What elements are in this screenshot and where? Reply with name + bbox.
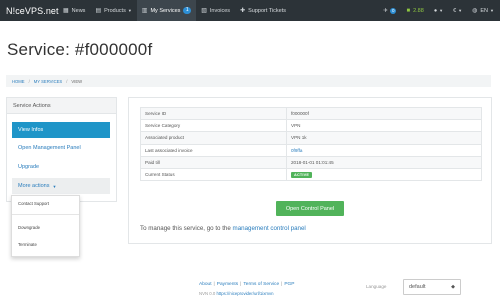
info-label: Last associated invoice bbox=[140, 143, 287, 157]
footer-copyright: NVN 0.0 https://niceprovider/url/1ixmvn bbox=[199, 291, 274, 296]
credits-value: 2.88 bbox=[413, 7, 424, 14]
nav-support[interactable]: ✚ Support Tickets bbox=[235, 0, 291, 21]
invoice-link[interactable]: 0f9ffa bbox=[291, 148, 302, 153]
table-row: Current Status ACTIVE bbox=[140, 167, 482, 182]
sidebar-item-view-infos[interactable]: View Infos bbox=[12, 122, 110, 138]
footer-separator: | bbox=[281, 282, 283, 287]
breadcrumb-my-services[interactable]: MY SERVICES bbox=[34, 79, 62, 84]
services-icon: ▥ bbox=[141, 8, 148, 14]
table-row: Associated product VPN 1k bbox=[140, 131, 482, 145]
footer-separator: | bbox=[240, 282, 242, 287]
info-label: Current Status bbox=[140, 167, 287, 182]
footer-link-about[interactable]: About bbox=[199, 282, 212, 287]
nav-news-label: News bbox=[71, 7, 86, 14]
info-label: Service Category bbox=[140, 119, 287, 133]
info-value: VPN bbox=[286, 119, 482, 133]
footer-link-terms[interactable]: Terms of Service bbox=[243, 282, 279, 287]
service-info-table: Service ID f000000f Service Category VPN… bbox=[140, 106, 482, 182]
chevron-down-icon: ▼ bbox=[439, 8, 444, 13]
footer-links: About | Payments | Terms of Service | PGP bbox=[199, 282, 295, 287]
breadcrumb-current: VIEW bbox=[71, 78, 83, 84]
dropdown-item-terminate[interactable]: Terminate bbox=[18, 242, 37, 247]
table-row: Last associated invoice 0f9ffa bbox=[140, 143, 482, 157]
info-label: Associated product bbox=[140, 131, 287, 145]
service-actions-heading: Service Actions bbox=[7, 98, 116, 114]
sidebar-item-upgrade[interactable]: Upgrade bbox=[12, 159, 110, 175]
info-label: Service ID bbox=[140, 106, 287, 121]
service-actions-panel: Service Actions View Infos Open Manageme… bbox=[6, 97, 117, 202]
language-menu-button[interactable]: ◍ EN ▼ bbox=[472, 7, 494, 15]
chevron-down-icon: ◆ bbox=[451, 284, 455, 290]
sidebar-item-more-actions[interactable]: More actions ▼ bbox=[12, 178, 110, 194]
navbar-right: ✈ 0 ■ 2.88 ● ▼ € ▼ ◍ EN ▼ bbox=[373, 0, 494, 21]
language-select-value: default bbox=[409, 284, 426, 290]
service-info-panel: Service ID f000000f Service Category VPN… bbox=[128, 97, 492, 244]
page-title: Service: #f000000f bbox=[7, 40, 153, 59]
sidebar-item-open-management-panel[interactable]: Open Management Panel bbox=[12, 140, 110, 156]
status-badge: ACTIVE bbox=[291, 172, 313, 179]
manage-text-prefix: To manage this service, go to the bbox=[140, 225, 231, 232]
manage-instructions: To manage this service, go to the manage… bbox=[140, 225, 306, 232]
chevron-down-icon: ▼ bbox=[458, 8, 463, 13]
info-value-cell: 0f9ffa bbox=[286, 143, 482, 157]
breadcrumb: HOME / MY SERVICES / VIEW bbox=[6, 75, 491, 87]
footer-separator: | bbox=[213, 282, 215, 287]
info-value: f000000f bbox=[286, 106, 482, 121]
notifications-badge: 0 bbox=[389, 7, 397, 14]
language-select-label: Language bbox=[366, 284, 387, 289]
news-icon: ▦ bbox=[63, 8, 69, 14]
nav-my-services[interactable]: ▥ My Services 1 bbox=[136, 0, 197, 21]
user-menu-button[interactable]: ● ▼ bbox=[434, 8, 443, 14]
services-count-badge: 1 bbox=[183, 7, 192, 14]
invoice-icon: ▧ bbox=[201, 8, 207, 14]
nav-support-label: Support Tickets bbox=[248, 7, 287, 14]
breadcrumb-separator: / bbox=[66, 78, 68, 84]
breadcrumb-separator: / bbox=[28, 78, 30, 84]
currency-menu-button[interactable]: € ▼ bbox=[453, 8, 462, 14]
table-row: Paid till 2018-01-01 01:01:45 bbox=[140, 155, 482, 169]
credits-button[interactable]: ■ 2.88 bbox=[406, 8, 423, 14]
dropdown-divider bbox=[12, 214, 79, 215]
footer-link-pgp[interactable]: PGP bbox=[284, 282, 294, 287]
notifications-button[interactable]: ✈ 0 bbox=[383, 7, 397, 14]
more-actions-label: More actions bbox=[18, 183, 50, 189]
nav-products-label: Products bbox=[104, 7, 126, 14]
products-icon: ▤ bbox=[95, 8, 102, 14]
user-icon: ● bbox=[433, 7, 438, 14]
table-row: Service ID f000000f bbox=[140, 106, 482, 121]
footer-url-link[interactable]: https://niceprovider/url/1ixmvn bbox=[216, 291, 273, 296]
wallet-icon: ■ bbox=[406, 7, 411, 14]
table-row: Service Category VPN bbox=[140, 119, 482, 133]
language-value: EN bbox=[480, 7, 489, 14]
nav-invoices-label: Invoices bbox=[209, 7, 231, 14]
management-panel-link[interactable]: management control panel bbox=[233, 225, 306, 232]
currency-value: € bbox=[453, 7, 457, 14]
nav-my-services-label: My Services bbox=[150, 7, 181, 14]
nav-products[interactable]: ▤ Products ▼ bbox=[90, 0, 136, 21]
chevron-down-icon: ▼ bbox=[52, 183, 57, 189]
top-navbar: N!ceVPS.net ▦ News ▤ Products ▼ ▥ My Ser… bbox=[0, 0, 500, 21]
language-select[interactable]: default ◆ bbox=[403, 279, 461, 295]
info-value: 2018-01-01 01:01:45 bbox=[286, 155, 482, 169]
footer-link-payments[interactable]: Payments bbox=[217, 282, 238, 287]
support-icon: ✚ bbox=[240, 8, 246, 14]
nav-invoices[interactable]: ▧ Invoices bbox=[196, 0, 235, 21]
chevron-down-icon: ▼ bbox=[490, 8, 494, 13]
open-control-panel-button[interactable]: Open Control Panel bbox=[276, 201, 344, 216]
dropdown-item-contact-support[interactable]: Contact Support bbox=[18, 201, 49, 206]
info-label: Paid till bbox=[140, 155, 287, 169]
brand-logo[interactable]: N!ceVPS.net bbox=[0, 6, 59, 16]
info-value-cell: ACTIVE bbox=[286, 167, 482, 182]
bell-icon: ✈ bbox=[383, 7, 388, 14]
chevron-down-icon: ▼ bbox=[127, 8, 132, 13]
more-actions-dropdown: Contact Support Downgrade Terminate bbox=[11, 195, 80, 257]
breadcrumb-home[interactable]: HOME bbox=[12, 79, 25, 84]
nav-news[interactable]: ▦ News bbox=[58, 0, 90, 21]
globe-icon: ◍ bbox=[472, 8, 478, 14]
dropdown-item-downgrade[interactable]: Downgrade bbox=[18, 225, 40, 230]
info-value: VPN 1k bbox=[286, 131, 482, 145]
footer-version: NVN 0.0 bbox=[199, 291, 216, 296]
